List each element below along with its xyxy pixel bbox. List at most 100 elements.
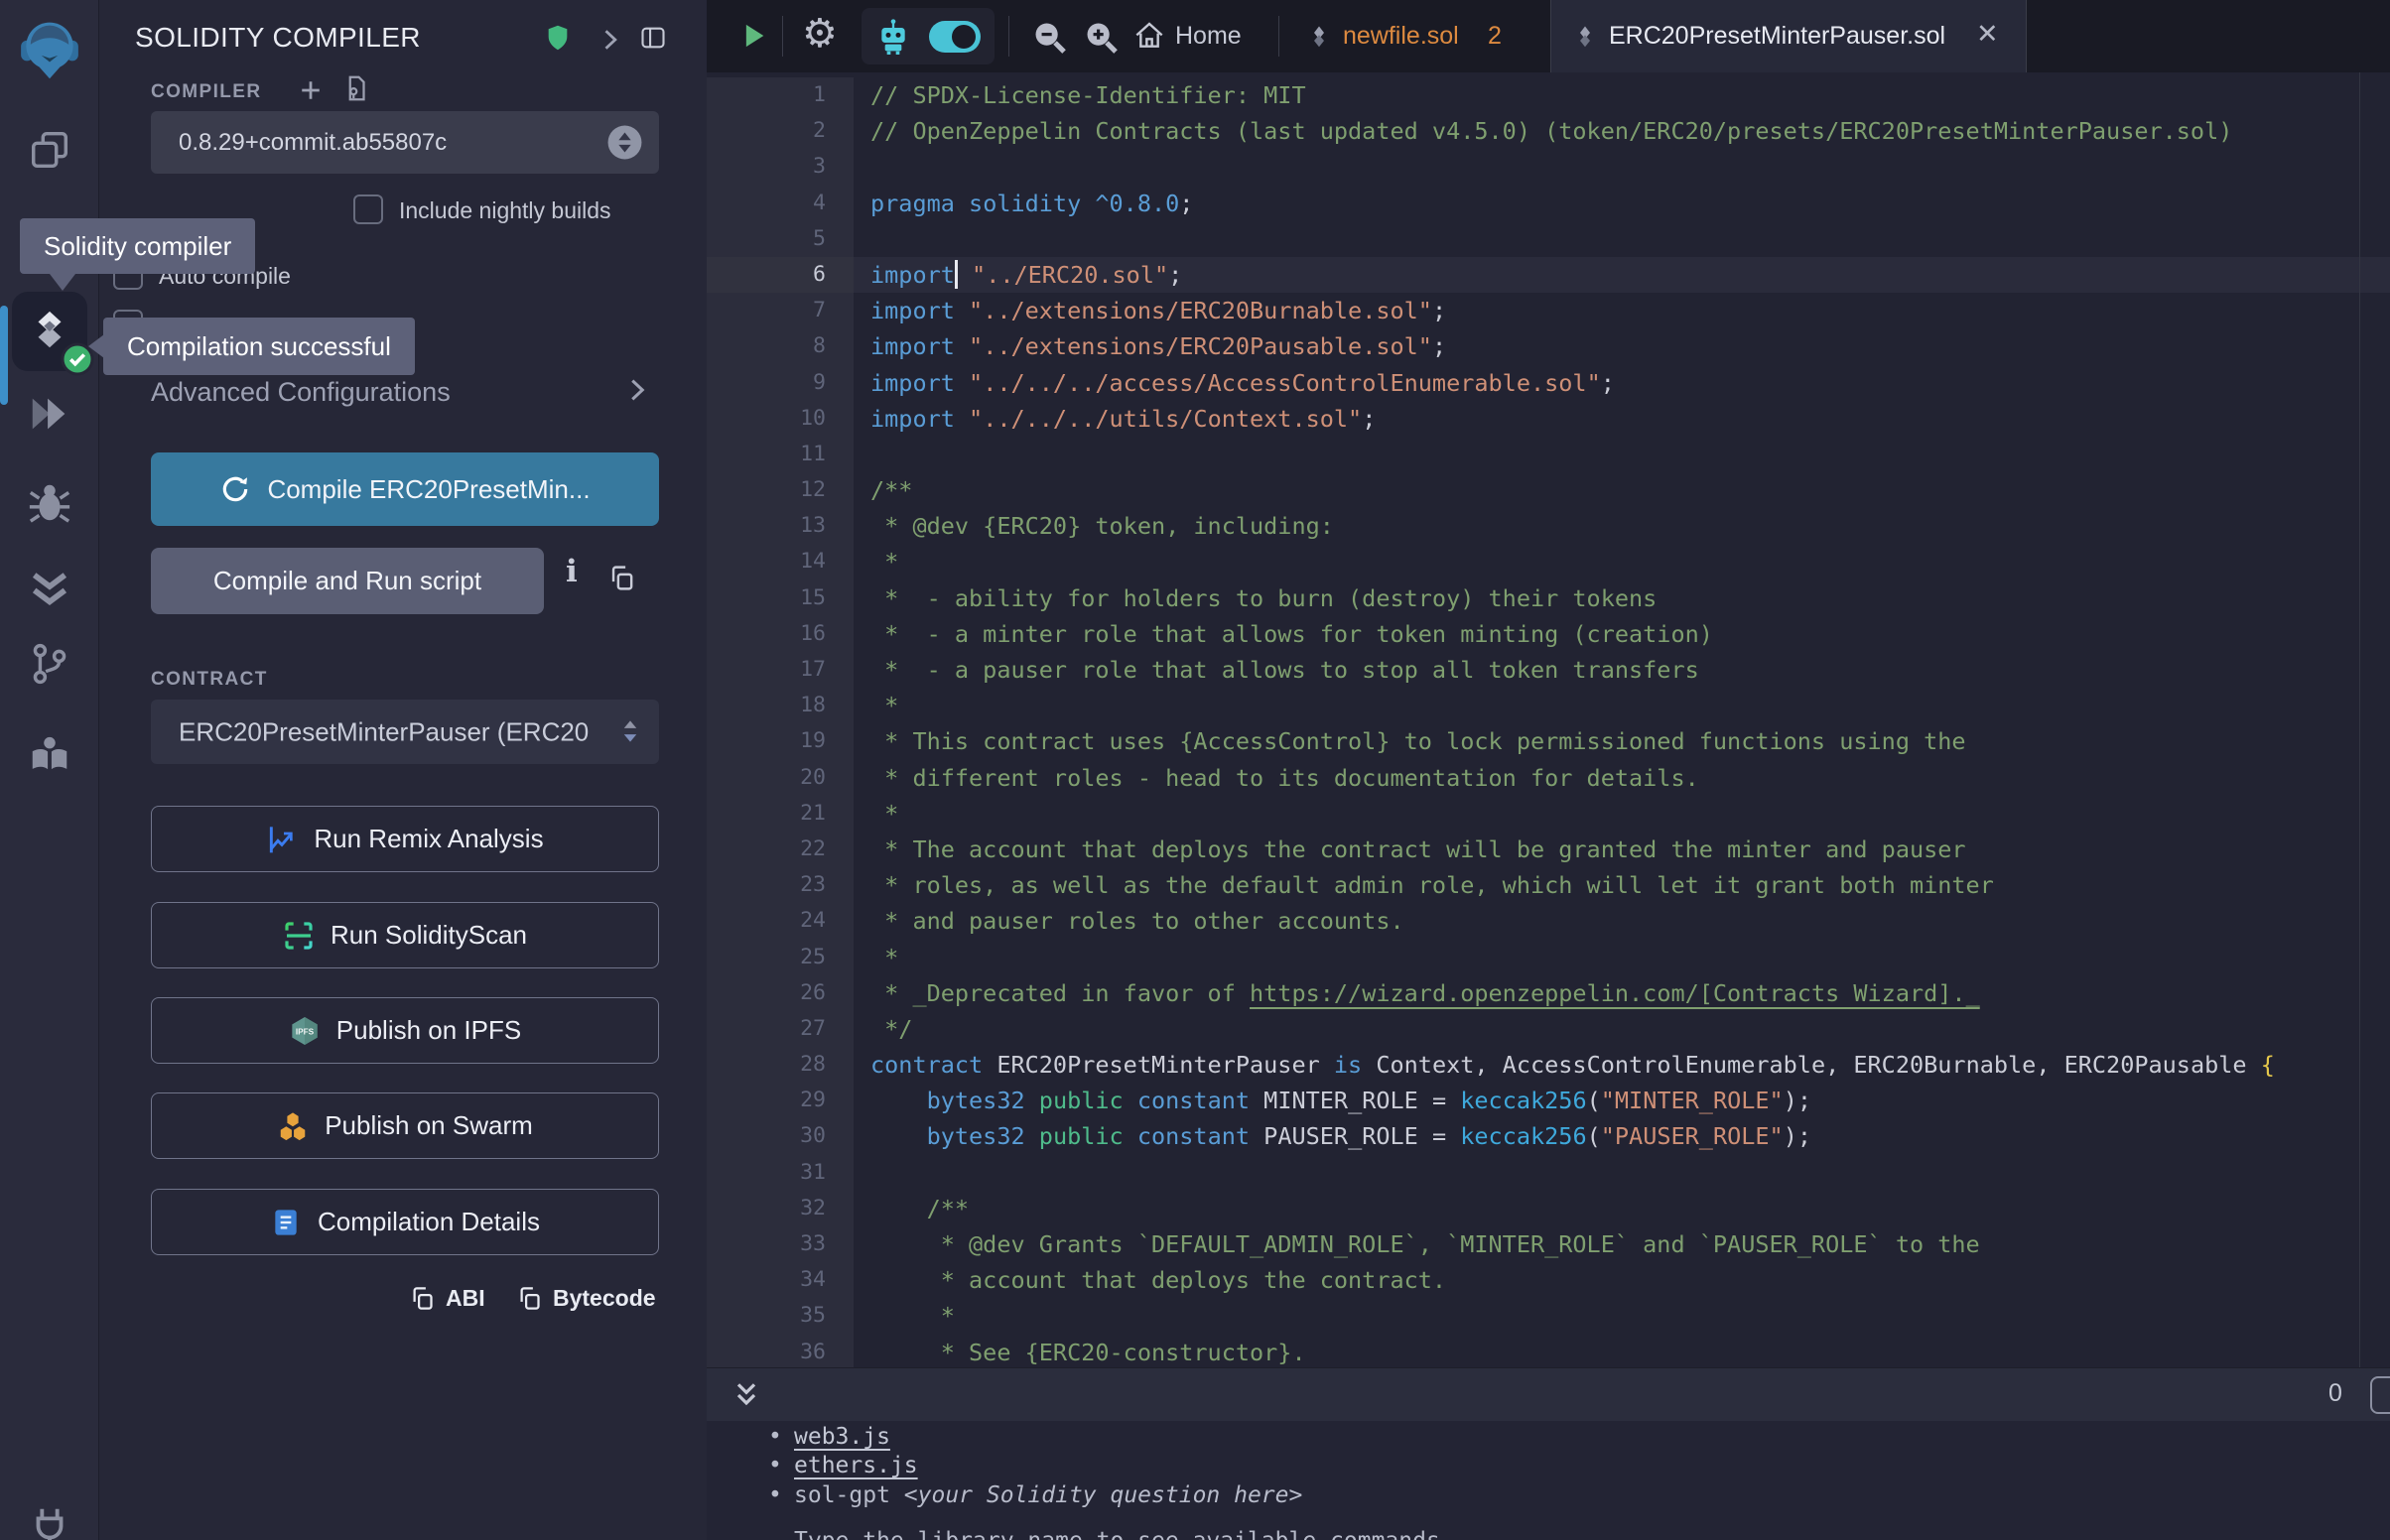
- code-line[interactable]: 30 bytes32 public constant PAUSER_ROLE =…: [707, 1118, 2390, 1154]
- code-editor[interactable]: 1// SPDX-License-Identifier: MIT2// Open…: [707, 72, 2390, 1367]
- sidebar-item-static-analysis[interactable]: [27, 566, 72, 611]
- code-line[interactable]: 12/**: [707, 472, 2390, 508]
- contract-select[interactable]: ERC20PresetMinterPauser (ERC20: [151, 700, 659, 764]
- line-number[interactable]: 10: [707, 401, 854, 437]
- compile-and-run-button[interactable]: Compile and Run script: [151, 548, 544, 614]
- code-line[interactable]: 13 * @dev {ERC20} token, including:: [707, 508, 2390, 544]
- chevron-right-icon[interactable]: [596, 26, 623, 54]
- line-number[interactable]: 35: [707, 1298, 854, 1334]
- line-number[interactable]: 1: [707, 77, 854, 113]
- code-line[interactable]: 16 * - a minter role that allows for tok…: [707, 616, 2390, 652]
- code-line[interactable]: 35 *: [707, 1298, 2390, 1334]
- line-number[interactable]: 18: [707, 688, 854, 723]
- line-number[interactable]: 11: [707, 437, 854, 472]
- run-play-button[interactable]: [740, 20, 768, 52]
- terminal-search-input[interactable]: [2370, 1376, 2390, 1414]
- line-number[interactable]: 25: [707, 940, 854, 975]
- code-line[interactable]: 20 * different roles - head to its docum…: [707, 760, 2390, 796]
- line-number[interactable]: 22: [707, 832, 854, 867]
- code-line[interactable]: 24 * and pauser roles to other accounts.: [707, 903, 2390, 939]
- code-line[interactable]: 21 *: [707, 796, 2390, 832]
- line-number[interactable]: 16: [707, 616, 854, 652]
- code-line[interactable]: 19 * This contract uses {AccessControl} …: [707, 723, 2390, 759]
- code-line[interactable]: 11: [707, 437, 2390, 472]
- tab-home[interactable]: Home: [1131, 0, 1274, 72]
- code-line[interactable]: 6import "../ERC20.sol";: [707, 257, 2390, 293]
- include-nightly-checkbox[interactable]: [353, 194, 383, 224]
- terminal-link[interactable]: ethers.js: [794, 1453, 918, 1478]
- zoom-in-button[interactable]: [1082, 18, 1120, 56]
- line-number[interactable]: 15: [707, 580, 854, 616]
- line-number[interactable]: 17: [707, 652, 854, 688]
- line-number[interactable]: 7: [707, 293, 854, 328]
- line-number[interactable]: 21: [707, 796, 854, 832]
- line-number[interactable]: 27: [707, 1011, 854, 1047]
- remix-logo-icon[interactable]: [17, 16, 82, 81]
- line-number[interactable]: 20: [707, 760, 854, 796]
- line-number[interactable]: 30: [707, 1118, 854, 1154]
- compile-button[interactable]: Compile ERC20PresetMin...: [151, 452, 659, 526]
- code-line[interactable]: 34 * account that deploys the contract.: [707, 1262, 2390, 1298]
- line-number[interactable]: 31: [707, 1155, 854, 1191]
- line-number[interactable]: 24: [707, 903, 854, 939]
- line-number[interactable]: 3: [707, 149, 854, 185]
- code-line[interactable]: 23 * roles, as well as the default admin…: [707, 867, 2390, 903]
- line-number[interactable]: 5: [707, 221, 854, 257]
- advanced-configurations[interactable]: Advanced Configurations: [151, 377, 659, 408]
- sidebar-item-solidity-compiler[interactable]: [12, 292, 87, 371]
- add-compiler-icon[interactable]: [296, 75, 326, 105]
- code-line[interactable]: 7import "../extensions/ERC20Burnable.sol…: [707, 293, 2390, 328]
- code-line[interactable]: 33 * @dev Grants `DEFAULT_ADMIN_ROLE`, `…: [707, 1226, 2390, 1262]
- terminal-expand-icon[interactable]: [730, 1379, 762, 1411]
- compiler-version-select[interactable]: 0.8.29+commit.ab55807c: [151, 111, 659, 174]
- line-number[interactable]: 28: [707, 1047, 854, 1083]
- info-icon[interactable]: i: [566, 554, 578, 589]
- code-line[interactable]: 1// SPDX-License-Identifier: MIT: [707, 77, 2390, 113]
- line-number[interactable]: 32: [707, 1191, 854, 1226]
- include-nightly-label[interactable]: Include nightly builds: [399, 197, 611, 224]
- code-line[interactable]: 28contract ERC20PresetMinterPauser is Co…: [707, 1047, 2390, 1083]
- run-solidityscan-button[interactable]: Run SolidityScan: [151, 902, 659, 968]
- line-number[interactable]: 26: [707, 975, 854, 1011]
- close-icon[interactable]: ✕: [1976, 19, 1999, 50]
- line-number[interactable]: 9: [707, 365, 854, 401]
- code-line[interactable]: 29 bytes32 public constant MINTER_ROLE =…: [707, 1083, 2390, 1118]
- tab-newfile[interactable]: newfile.sol 2: [1279, 0, 1550, 72]
- publish-ipfs-button[interactable]: IPFS Publish on IPFS: [151, 997, 659, 1064]
- line-number[interactable]: 13: [707, 508, 854, 544]
- code-line[interactable]: 27 */: [707, 1011, 2390, 1047]
- ai-toggle-on[interactable]: [929, 21, 981, 53]
- editor-scrollbar[interactable]: [2359, 72, 2360, 1367]
- code-line[interactable]: 9import "../../../access/AccessControlEn…: [707, 365, 2390, 401]
- bytecode-copy-button[interactable]: Bytecode: [516, 1285, 656, 1312]
- sidebar-item-file-explorer[interactable]: [27, 127, 72, 173]
- line-number[interactable]: 6: [707, 257, 854, 293]
- code-line[interactable]: 8import "../extensions/ERC20Pausable.sol…: [707, 328, 2390, 364]
- code-line[interactable]: 4pragma solidity ^0.8.0;: [707, 186, 2390, 221]
- line-number[interactable]: 33: [707, 1226, 854, 1262]
- abi-copy-button[interactable]: ABI: [409, 1285, 485, 1312]
- line-number[interactable]: 12: [707, 472, 854, 508]
- tab-erc20presetminterpauser[interactable]: ERC20PresetMinterPauser.sol ✕: [1551, 0, 2026, 72]
- sidebar-item-plugins[interactable]: [27, 730, 72, 776]
- code-line[interactable]: 18 *: [707, 688, 2390, 723]
- code-line[interactable]: 36 * See {ERC20-constructor}.: [707, 1335, 2390, 1367]
- code-line[interactable]: 22 * The account that deploys the contra…: [707, 832, 2390, 867]
- attach-file-icon[interactable]: [341, 73, 371, 103]
- shield-icon[interactable]: [544, 24, 572, 52]
- code-line[interactable]: 31: [707, 1155, 2390, 1191]
- publish-swarm-button[interactable]: Publish on Swarm: [151, 1092, 659, 1159]
- line-number[interactable]: 23: [707, 867, 854, 903]
- code-line[interactable]: 17 * - a pauser role that allows to stop…: [707, 652, 2390, 688]
- line-number[interactable]: 19: [707, 723, 854, 759]
- panel-toggle-icon[interactable]: [639, 24, 667, 52]
- run-config-gear-icon[interactable]: ⚙: [802, 14, 838, 54]
- code-line[interactable]: 14 *: [707, 544, 2390, 579]
- run-remix-analysis-button[interactable]: Run Remix Analysis: [151, 806, 659, 872]
- terminal-link[interactable]: web3.js: [794, 1424, 890, 1450]
- line-number[interactable]: 29: [707, 1083, 854, 1118]
- line-number[interactable]: 34: [707, 1262, 854, 1298]
- zoom-out-button[interactable]: [1030, 18, 1068, 56]
- line-number[interactable]: 8: [707, 328, 854, 364]
- sidebar-item-git[interactable]: [27, 641, 72, 687]
